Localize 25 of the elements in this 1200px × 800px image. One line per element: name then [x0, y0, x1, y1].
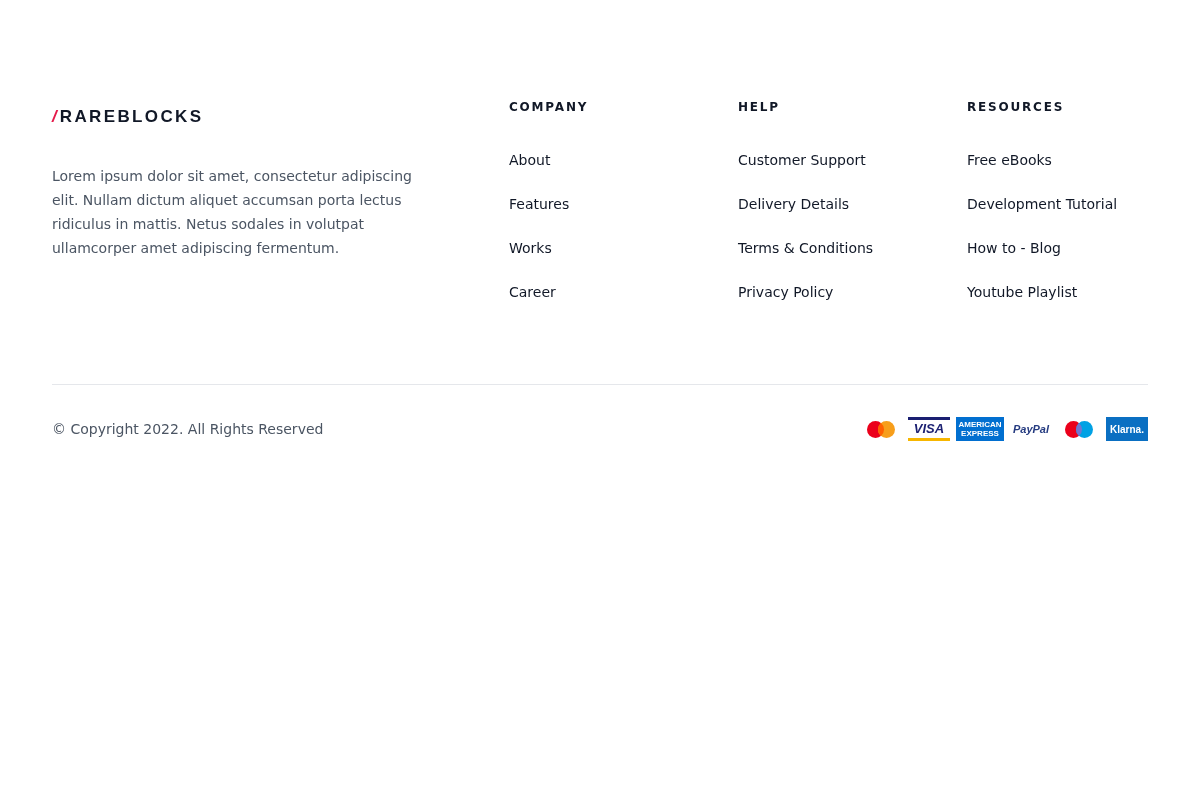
overlapping-circles-icon: [867, 420, 895, 438]
footer-description: Lorem ipsum dolor sit amet, consectetur adipiscing elit. Nullam dictum aliquet accumsan porta lectus ridiculus in mattis. Netus sodales in volutpat ullamcorper amet adipiscing fermentum.: [52, 167, 413, 258]
brand-name: RAREBLOCKS: [59, 106, 204, 129]
footer-link[interactable]: How to - Blog: [967, 238, 1061, 258]
amex-logo: AMERICAN EXPRESS: [956, 417, 1004, 441]
footer-link[interactable]: Terms & Conditions: [738, 238, 874, 258]
footer-link[interactable]: Privacy Policy: [738, 282, 834, 302]
column-heading: COMPANY: [509, 99, 590, 115]
footer-link[interactable]: About: [509, 150, 551, 170]
copyright-text: © Copyright 2022. All Rights Reserved: [52, 420, 324, 439]
footer-link[interactable]: Customer Support: [738, 150, 866, 170]
klarna-logo: Klarna.: [1106, 417, 1148, 441]
footer-link[interactable]: Features: [509, 194, 570, 214]
visa-logo: VISA: [908, 417, 950, 441]
footer-link[interactable]: Works: [509, 238, 552, 258]
overlapping-circles-icon: [1065, 420, 1093, 438]
paypal-logo: PayPal: [1012, 421, 1050, 437]
column-heading: RESOURCES: [967, 99, 1066, 115]
footer-link[interactable]: Career: [509, 282, 556, 302]
footer-link[interactable]: Youtube Playlist: [967, 282, 1078, 302]
footer-link[interactable]: Free eBooks: [967, 150, 1052, 170]
footer-link[interactable]: Delivery Details: [738, 194, 850, 214]
footer-link[interactable]: Development Tutorial: [967, 194, 1118, 214]
column-heading: HELP: [738, 99, 781, 115]
logo-slash: /: [52, 106, 57, 129]
